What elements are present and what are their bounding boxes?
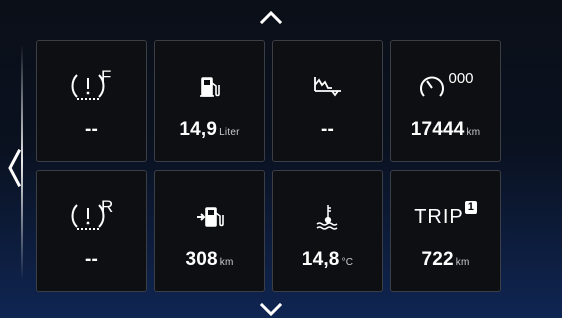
info-tile-grid: F -- 14,9 Liter -- 000 17444 km R -- 308… xyxy=(36,40,501,292)
trip-number-badge: 1 xyxy=(464,200,477,214)
coolant-value: 14,8 °C xyxy=(301,249,354,270)
tire-front-value: -- xyxy=(84,119,99,140)
trip-value: 722 km xyxy=(421,249,470,270)
odometer-icon: 000 xyxy=(391,69,500,105)
tire-pressure-icon: F xyxy=(37,67,146,105)
road-profile-value: -- xyxy=(320,119,335,140)
tire-pressure-icon: R xyxy=(37,197,146,235)
tile-coolant[interactable]: 14,8 °C xyxy=(272,170,383,292)
chevron-up-icon[interactable] xyxy=(259,10,283,24)
coolant-temperature-icon xyxy=(273,199,382,235)
tile-tire-rear[interactable]: R -- xyxy=(36,170,147,292)
odometer-digits: 000 xyxy=(448,69,474,87)
tile-trip[interactable]: TRIP 1 722 km xyxy=(390,170,501,292)
tile-odometer[interactable]: 000 17444 km xyxy=(390,40,501,162)
tire-position-label: F xyxy=(101,67,112,86)
road-profile-icon xyxy=(273,69,382,105)
fuel-value: 14,9 Liter xyxy=(179,119,240,140)
trip-label: TRIP xyxy=(414,205,464,228)
tile-fuel[interactable]: 14,9 Liter xyxy=(154,40,265,162)
chevron-left-icon[interactable] xyxy=(6,148,22,188)
tile-range[interactable]: 308 km xyxy=(154,170,265,292)
odometer-value: 17444 km xyxy=(410,119,481,140)
tile-road-profile[interactable]: -- xyxy=(272,40,383,162)
fuel-pump-icon xyxy=(155,69,264,105)
tire-rear-value: -- xyxy=(84,249,99,270)
tire-position-label: R xyxy=(101,197,114,216)
chevron-down-icon[interactable] xyxy=(259,302,283,316)
range-value: 308 km xyxy=(185,249,234,270)
tile-tire-front[interactable]: F -- xyxy=(36,40,147,162)
fuel-range-icon xyxy=(155,199,264,235)
trip-icon: TRIP 1 xyxy=(391,199,500,235)
